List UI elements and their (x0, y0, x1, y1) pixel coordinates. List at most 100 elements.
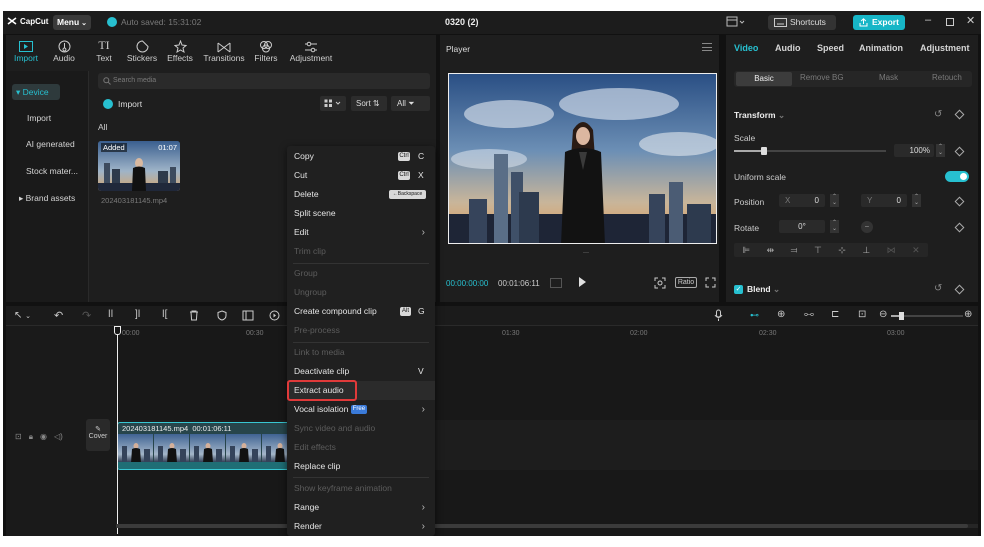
blend-checkbox[interactable]: ✓ (734, 285, 743, 294)
align-top-icon[interactable]: ⊤ (814, 245, 822, 256)
mute-audio-icon[interactable]: ◁) (54, 432, 63, 442)
player-menu-icon[interactable] (702, 43, 712, 51)
tab-audio[interactable]: Audio (775, 43, 801, 53)
position-x-stepper[interactable]: ⌃ ⌄ (830, 194, 839, 207)
transform-section[interactable]: Transform ⌄ (734, 110, 785, 121)
align-bottom-icon[interactable]: ⊥ (862, 245, 870, 256)
playhead[interactable] (117, 326, 118, 534)
close-button[interactable]: ✕ (966, 14, 975, 27)
rotate-keyframe-icon[interactable] (954, 222, 965, 233)
tool-stickers[interactable]: Stickers (124, 37, 160, 69)
blend-keyframe-icon[interactable] (954, 284, 965, 295)
menu-show-keyframe-animation[interactable]: Show keyframe animation (287, 479, 435, 498)
timeline-ruler[interactable]: 00:00 00:30 01:30 02:00 02:30 03:00 (116, 326, 978, 344)
subtab-remove-bg[interactable]: Remove BG (800, 73, 844, 82)
visibility-eye-icon[interactable]: ◉ (40, 432, 47, 442)
distribute-h-icon[interactable]: ⋈ (887, 245, 896, 256)
menu-cut[interactable]: Cut Ctrl X (287, 166, 435, 185)
menu-replace-clip[interactable]: Replace clip (287, 457, 435, 476)
menu-render[interactable]: Render › (287, 517, 435, 536)
auto-snap-icon[interactable]: ⊕ (777, 309, 785, 320)
blend-reset-icon[interactable]: ↺ (934, 283, 942, 294)
shield-icon[interactable] (217, 310, 227, 321)
scale-slider-thumb[interactable] (761, 147, 768, 155)
track-lock-icon[interactable]: ⊡ (15, 432, 22, 442)
scale-slider[interactable] (734, 147, 886, 155)
shortcuts-button[interactable]: Shortcuts (768, 15, 836, 30)
view-mode-button[interactable] (320, 96, 346, 111)
tab-adjustment[interactable]: Adjustment (920, 43, 970, 53)
align-center-h-icon[interactable]: ⇹ (767, 245, 775, 256)
timeline-toggle-icon[interactable] (550, 278, 562, 288)
tool-import[interactable]: Import (8, 37, 44, 69)
tab-animation[interactable]: Animation (859, 43, 903, 53)
blend-section[interactable]: Blend ⌄ (747, 284, 780, 295)
menu-group[interactable]: Group (287, 264, 435, 283)
rotate-stepper[interactable]: ⌃ ⌄ (830, 220, 839, 233)
caption-icon[interactable]: ⊡ (858, 309, 866, 320)
split-right-icon[interactable]: ǀ[ (162, 309, 167, 320)
menu-edit[interactable]: Edit › (287, 223, 435, 242)
menu-copy[interactable]: Copy Ctrl C (287, 147, 435, 166)
play-icon[interactable] (579, 277, 586, 287)
sidebar-item-ai-generated[interactable]: AI generated (26, 139, 75, 149)
timeline-video-clip[interactable]: 202403181145.mp4 00:01:06:11 (117, 422, 297, 470)
rotate-dial-icon[interactable]: – (861, 221, 873, 233)
tool-text[interactable]: TI Text (86, 37, 122, 69)
search-input[interactable]: Search media (98, 73, 430, 89)
menu-button[interactable]: Menu ⌄ (53, 15, 91, 30)
tool-effects[interactable]: Effects (162, 37, 198, 69)
position-keyframe-icon[interactable] (954, 196, 965, 207)
zoom-in-icon[interactable]: ⊕ (964, 309, 972, 320)
sidebar-item-import[interactable]: Import (27, 113, 51, 123)
tab-speed[interactable]: Speed (817, 43, 844, 53)
ratio-button[interactable]: Ratio (675, 277, 697, 288)
main-track-magnet-icon[interactable]: ⊷ (750, 310, 759, 321)
player-viewport[interactable] (448, 73, 717, 244)
speed-icon[interactable] (269, 310, 280, 321)
menu-pre-process[interactable]: Pre-process (287, 321, 435, 340)
zoom-out-icon[interactable]: ⊖ (879, 309, 887, 320)
align-right-icon[interactable]: ⫤ (791, 245, 798, 256)
lock-icon[interactable]: 🔒︎ (29, 432, 33, 442)
tool-filters[interactable]: Filters (248, 37, 284, 69)
sidebar-item-brand-assets[interactable]: ▸ Brand assets (19, 193, 75, 204)
subtab-basic[interactable]: Basic (736, 72, 792, 86)
filter-button[interactable]: All ⏷ (391, 96, 430, 111)
crop-icon[interactable] (242, 310, 254, 321)
menu-sync-video-audio[interactable]: Sync video and audio (287, 419, 435, 438)
sidebar-item-device[interactable]: ▾ Device (12, 84, 60, 100)
subtab-mask[interactable]: Mask (879, 73, 898, 82)
menu-link-to-media[interactable]: Link to media (287, 343, 435, 362)
fullscreen-icon[interactable] (705, 277, 716, 288)
link-icon[interactable]: ⧟ (804, 309, 814, 320)
align-left-icon[interactable]: ⊫ (742, 245, 750, 256)
microphone-icon[interactable] (714, 309, 723, 322)
layout-toggle[interactable] (726, 16, 746, 28)
playhead-handle[interactable] (114, 326, 121, 335)
fit-screen-icon[interactable] (654, 277, 666, 289)
tool-adjustment[interactable]: Adjustment (286, 37, 336, 69)
scale-stepper[interactable]: ⌃ ⌄ (936, 144, 945, 157)
minimize-button[interactable]: – (925, 14, 931, 26)
keyframe-icon[interactable] (954, 109, 965, 120)
undo-icon[interactable]: ↶ (54, 309, 63, 322)
position-x-input[interactable]: X 0 (779, 194, 825, 207)
menu-delete[interactable]: Delete ←Backspace (287, 185, 435, 204)
redo-icon[interactable]: ↷ (82, 309, 91, 322)
timeline-scrollbar[interactable] (116, 524, 978, 528)
position-y-input[interactable]: Y 0 (861, 194, 907, 207)
distribute-v-icon[interactable]: ✕ (912, 245, 920, 256)
sort-button[interactable]: Sort ⇅ (351, 96, 387, 111)
menu-create-compound-clip[interactable]: Create compound clip Alt G (287, 302, 435, 321)
maximize-button[interactable] (946, 18, 954, 26)
rotate-value-input[interactable]: 0° (779, 220, 825, 233)
zoom-slider[interactable] (891, 312, 963, 320)
menu-deactivate-clip[interactable]: Deactivate clip V (287, 362, 435, 381)
import-button[interactable]: Import (118, 99, 142, 109)
menu-split-scene[interactable]: Split scene (287, 204, 435, 223)
select-tool-icon[interactable]: ↖ ⌄ (14, 310, 31, 321)
media-clip-thumbnail[interactable]: Added 01:07 (98, 141, 180, 191)
subtab-retouch[interactable]: Retouch (932, 73, 962, 82)
menu-vocal-isolation[interactable]: Vocal isolation Free › (287, 400, 435, 419)
